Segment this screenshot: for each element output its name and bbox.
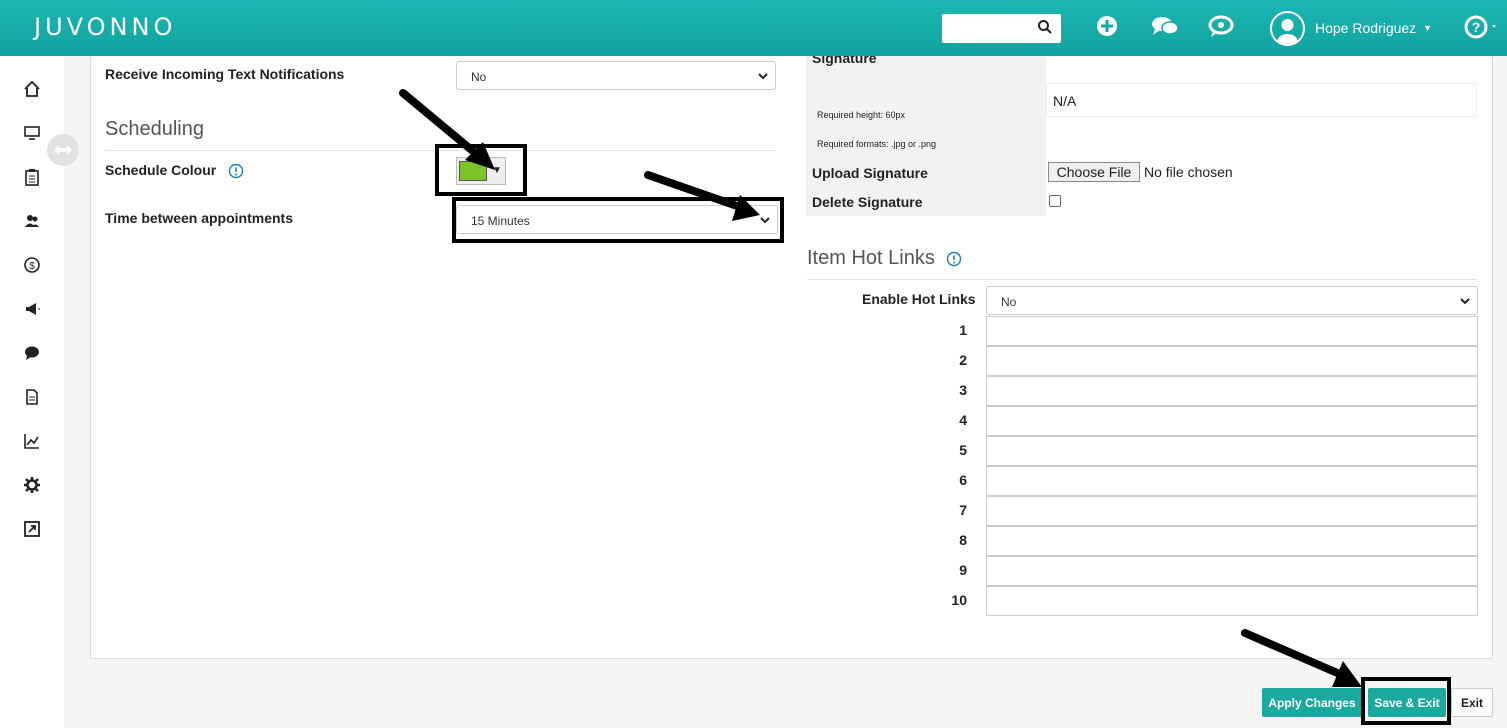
gear-icon[interactable] — [23, 476, 41, 494]
chart-icon[interactable] — [23, 432, 41, 450]
user-menu[interactable]: Hope Rodriguez ▼ — [1270, 10, 1432, 46]
help-menu[interactable]: ? — [1464, 15, 1500, 44]
help-icon[interactable]: ? — [1464, 15, 1500, 39]
hot-link-number: 7 — [959, 502, 967, 518]
search-icon[interactable] — [1037, 19, 1053, 35]
hot-link-number: 1 — [959, 322, 967, 338]
comment-icon[interactable] — [23, 344, 41, 362]
exit-button[interactable]: Exit — [1451, 688, 1493, 717]
hot-link-input[interactable] — [986, 586, 1478, 616]
enable-hot-links-value: No — [1001, 295, 1017, 309]
scheduling-section-title: Scheduling — [105, 118, 204, 140]
juvonno-logo[interactable]: JUVONNO — [34, 13, 176, 41]
arrows-horizontal-icon — [54, 145, 72, 155]
hot-links-section-title: Item Hot Links — [807, 247, 962, 270]
chevron-down-icon[interactable]: ▼ — [1423, 23, 1432, 33]
annotation-arrow — [399, 89, 495, 170]
svg-text:?: ? — [1472, 19, 1481, 35]
hot-link-number: 4 — [959, 412, 967, 428]
hot-link-input[interactable] — [986, 526, 1478, 556]
top-navigation-bar: JUVONNO Hope Rodriguez ▼ ? — [0, 0, 1507, 56]
upload-signature-label: Upload Signature — [812, 165, 928, 181]
info-icon[interactable] — [228, 163, 244, 179]
delete-signature-label: Delete Signature — [812, 194, 923, 210]
hot-link-number: 8 — [959, 532, 967, 548]
search-input[interactable] — [942, 14, 1061, 43]
enable-hot-links-label: Enable Hot Links — [862, 291, 976, 307]
clipboard-icon[interactable] — [23, 168, 41, 186]
hot-link-input[interactable] — [986, 556, 1478, 586]
required-height-note: Required height: 60px — [817, 110, 906, 120]
required-formats-note: Required formats: .jpg or .png — [817, 139, 937, 149]
chevron-down-icon — [1460, 298, 1470, 305]
users-icon[interactable] — [23, 212, 41, 230]
apply-changes-button[interactable]: Apply Changes — [1262, 688, 1362, 717]
external-link-icon[interactable] — [23, 520, 41, 538]
annotation-arrow — [1241, 629, 1362, 687]
home-icon[interactable] — [23, 80, 41, 98]
hot-link-number: 10 — [951, 592, 967, 608]
user-name[interactable]: Hope Rodriguez — [1315, 20, 1416, 36]
no-file-text: No file chosen — [1144, 164, 1233, 180]
schedule-colour-label: Schedule Colour — [105, 162, 244, 179]
sidebar: $ — [0, 56, 79, 728]
hot-link-number: 6 — [959, 472, 967, 488]
delete-signature-checkbox[interactable] — [1049, 195, 1061, 207]
hot-link-input[interactable] — [986, 406, 1478, 436]
user-avatar-icon[interactable] — [1270, 10, 1305, 46]
megaphone-icon[interactable] — [23, 300, 41, 318]
hot-link-number: 9 — [959, 562, 967, 578]
hot-link-input[interactable] — [986, 346, 1478, 376]
monitor-icon[interactable] — [23, 124, 41, 142]
chat-refresh-icon[interactable] — [1208, 14, 1236, 40]
hot-link-number: 5 — [959, 442, 967, 458]
receive-text-value: No — [471, 70, 487, 84]
hot-link-number: 2 — [959, 352, 967, 368]
plus-circle-icon[interactable] — [1095, 14, 1119, 38]
enable-hot-links-select[interactable]: No — [986, 286, 1478, 315]
dollar-icon[interactable]: $ — [23, 256, 41, 274]
chat-bubbles-icon[interactable] — [1151, 14, 1179, 38]
info-icon[interactable] — [946, 251, 962, 267]
svg-text:$: $ — [29, 261, 35, 272]
hot-link-input[interactable] — [986, 436, 1478, 466]
signature-panel — [806, 56, 1046, 216]
annotation-arrow — [644, 171, 760, 221]
sidebar-toggle-button[interactable] — [47, 134, 79, 166]
choose-file-button[interactable]: Choose File — [1048, 162, 1140, 182]
hot-link-number: 3 — [959, 382, 967, 398]
receive-text-label: Receive Incoming Text Notifications — [105, 66, 345, 82]
chevron-down-icon — [758, 73, 768, 80]
document-icon[interactable] — [23, 388, 41, 406]
signature-value: N/A — [1046, 83, 1477, 117]
hot-link-input[interactable] — [986, 496, 1478, 526]
time-between-label: Time between appointments — [105, 210, 293, 226]
highlight-box — [1361, 677, 1451, 725]
hot-link-input[interactable] — [986, 376, 1478, 406]
hot-link-input[interactable] — [986, 466, 1478, 496]
divider — [807, 279, 1477, 280]
hot-link-input[interactable] — [986, 316, 1478, 346]
